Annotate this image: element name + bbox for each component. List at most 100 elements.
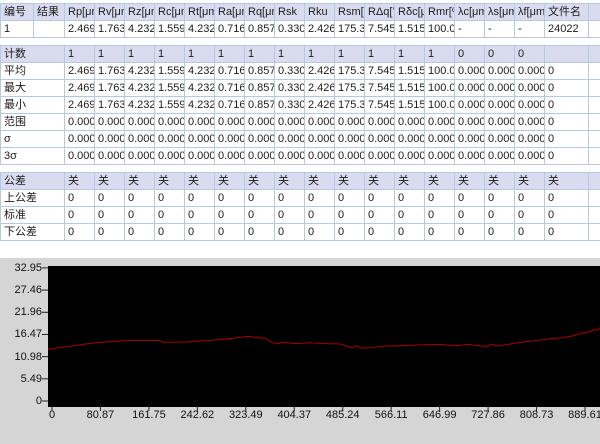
column-header[interactable]: Rv[μm — [95, 4, 125, 21]
tolerance-cell[interactable]: 0 — [485, 190, 515, 207]
tolerance-cell[interactable]: 0 — [395, 190, 425, 207]
result-cell[interactable]: - — [515, 21, 545, 38]
column-header[interactable]: Rku — [305, 4, 335, 21]
result-cell[interactable]: 100.0 — [425, 21, 455, 38]
tolerance-cell[interactable]: 关 — [335, 173, 365, 190]
tolerance-cell[interactable]: 0 — [65, 190, 95, 207]
tolerance-cell[interactable]: 0 — [335, 207, 365, 224]
tolerance-cell[interactable]: 0 — [545, 207, 589, 224]
tolerance-cell[interactable]: 关 — [425, 173, 455, 190]
tolerance-cell[interactable]: 关 — [125, 173, 155, 190]
result-cell[interactable]: 2.469 — [65, 21, 95, 38]
tolerance-cell[interactable]: 0 — [245, 190, 275, 207]
column-header[interactable]: RΔq[° — [365, 4, 395, 21]
tolerance-cell[interactable]: 0 — [485, 207, 515, 224]
result-cell[interactable]: 4.232 — [185, 21, 215, 38]
tolerance-cell[interactable]: 0 — [185, 207, 215, 224]
column-header[interactable]: Rz[μm — [125, 4, 155, 21]
tolerance-cell[interactable]: 0 — [425, 190, 455, 207]
tolerance-cell[interactable]: 0 — [425, 207, 455, 224]
result-cell[interactable]: 2.426 — [305, 21, 335, 38]
tolerance-cell[interactable]: 0 — [455, 207, 485, 224]
result-cell[interactable]: 0.330 — [275, 21, 305, 38]
tolerance-cell[interactable]: 0 — [95, 207, 125, 224]
tolerance-cell[interactable]: 0 — [395, 207, 425, 224]
tolerance-cell[interactable]: 0 — [335, 224, 365, 241]
column-header[interactable]: Rq[μm — [245, 4, 275, 21]
tolerance-cell[interactable]: 0 — [185, 224, 215, 241]
tolerance-cell[interactable]: 关 — [185, 173, 215, 190]
tolerance-cell[interactable]: 关 — [455, 173, 485, 190]
tolerance-cell[interactable]: 关 — [275, 173, 305, 190]
column-header[interactable]: 结果 — [34, 4, 65, 21]
column-header[interactable]: λs[μm — [485, 4, 515, 21]
tolerance-cell[interactable]: 0 — [335, 190, 365, 207]
column-header[interactable]: 文件名 — [545, 4, 589, 21]
tolerance-cell[interactable]: 关 — [365, 173, 395, 190]
tolerance-cell[interactable]: 0 — [365, 224, 395, 241]
result-cell[interactable]: 7.545 — [365, 21, 395, 38]
column-header[interactable]: 编号 — [1, 4, 34, 21]
tolerance-cell[interactable]: 0 — [125, 224, 155, 241]
tolerance-cell[interactable]: 0 — [455, 190, 485, 207]
column-header[interactable]: Rsk — [275, 4, 305, 21]
tolerance-cell[interactable]: 0 — [515, 207, 545, 224]
tolerance-cell[interactable]: 0 — [215, 224, 245, 241]
result-status[interactable] — [34, 21, 65, 38]
tolerance-cell[interactable]: 0 — [275, 190, 305, 207]
tolerance-cell[interactable]: 关 — [95, 173, 125, 190]
tolerance-cell[interactable]: 0 — [65, 224, 95, 241]
tolerance-cell[interactable]: 0 — [455, 224, 485, 241]
tolerance-cell[interactable]: 0 — [125, 207, 155, 224]
result-cell[interactable]: 175.3 — [335, 21, 365, 38]
tolerance-cell[interactable]: 0 — [485, 224, 515, 241]
tolerance-cell[interactable]: 0 — [305, 224, 335, 241]
tolerance-cell[interactable]: 关 — [395, 173, 425, 190]
column-header[interactable]: Rp[μm — [65, 4, 95, 21]
result-cell[interactable]: - — [455, 21, 485, 38]
tolerance-cell[interactable]: 0 — [245, 224, 275, 241]
tolerance-cell[interactable]: 0 — [155, 190, 185, 207]
result-row-id[interactable]: 1 — [1, 21, 34, 38]
result-cell[interactable]: - — [485, 21, 515, 38]
tolerance-cell[interactable]: 0 — [245, 207, 275, 224]
tolerance-cell[interactable]: 0 — [125, 190, 155, 207]
tolerance-cell[interactable]: 0 — [305, 207, 335, 224]
tolerance-cell[interactable]: 0 — [305, 190, 335, 207]
tolerance-cell[interactable]: 关 — [65, 173, 95, 190]
tolerance-cell[interactable]: 0 — [95, 224, 125, 241]
result-cell[interactable]: 4.232 — [125, 21, 155, 38]
tolerance-cell[interactable]: 0 — [215, 190, 245, 207]
tolerance-cell[interactable]: 0 — [65, 207, 95, 224]
result-cell[interactable]: 0.857 — [245, 21, 275, 38]
tolerance-cell[interactable]: 0 — [185, 190, 215, 207]
tolerance-cell[interactable]: 0 — [275, 207, 305, 224]
tolerance-cell[interactable]: 0 — [515, 224, 545, 241]
column-header[interactable]: Rsm[μ — [335, 4, 365, 21]
tolerance-cell[interactable]: 0 — [155, 224, 185, 241]
tolerance-cell[interactable]: 关 — [155, 173, 185, 190]
tolerance-cell[interactable]: 关 — [545, 173, 589, 190]
column-header[interactable]: Rmr[% — [425, 4, 455, 21]
tolerance-cell[interactable]: 0 — [365, 207, 395, 224]
plot-background[interactable] — [48, 266, 600, 407]
column-header[interactable]: Rδc[μ — [395, 4, 425, 21]
tolerance-cell[interactable]: 0 — [95, 190, 125, 207]
result-cell[interactable]: 0.716 — [215, 21, 245, 38]
tolerance-cell[interactable]: 0 — [215, 207, 245, 224]
tolerance-cell[interactable]: 0 — [365, 190, 395, 207]
result-cell[interactable]: 1.763 — [95, 21, 125, 38]
tolerance-cell[interactable]: 0 — [275, 224, 305, 241]
tolerance-cell[interactable]: 关 — [245, 173, 275, 190]
tolerance-cell[interactable]: 0 — [545, 224, 589, 241]
column-header[interactable]: λf[μm — [515, 4, 545, 21]
tolerance-cell[interactable]: 0 — [155, 207, 185, 224]
tolerance-cell[interactable]: 0 — [545, 190, 589, 207]
column-header[interactable]: Ra[μm — [215, 4, 245, 21]
tolerance-cell[interactable]: 关 — [215, 173, 245, 190]
tolerance-cell[interactable]: 0 — [425, 224, 455, 241]
result-file[interactable]: 24022 — [545, 21, 589, 38]
tolerance-cell[interactable]: 关 — [305, 173, 335, 190]
column-header[interactable]: Rt[μm — [185, 4, 215, 21]
tolerance-cell[interactable]: 关 — [515, 173, 545, 190]
